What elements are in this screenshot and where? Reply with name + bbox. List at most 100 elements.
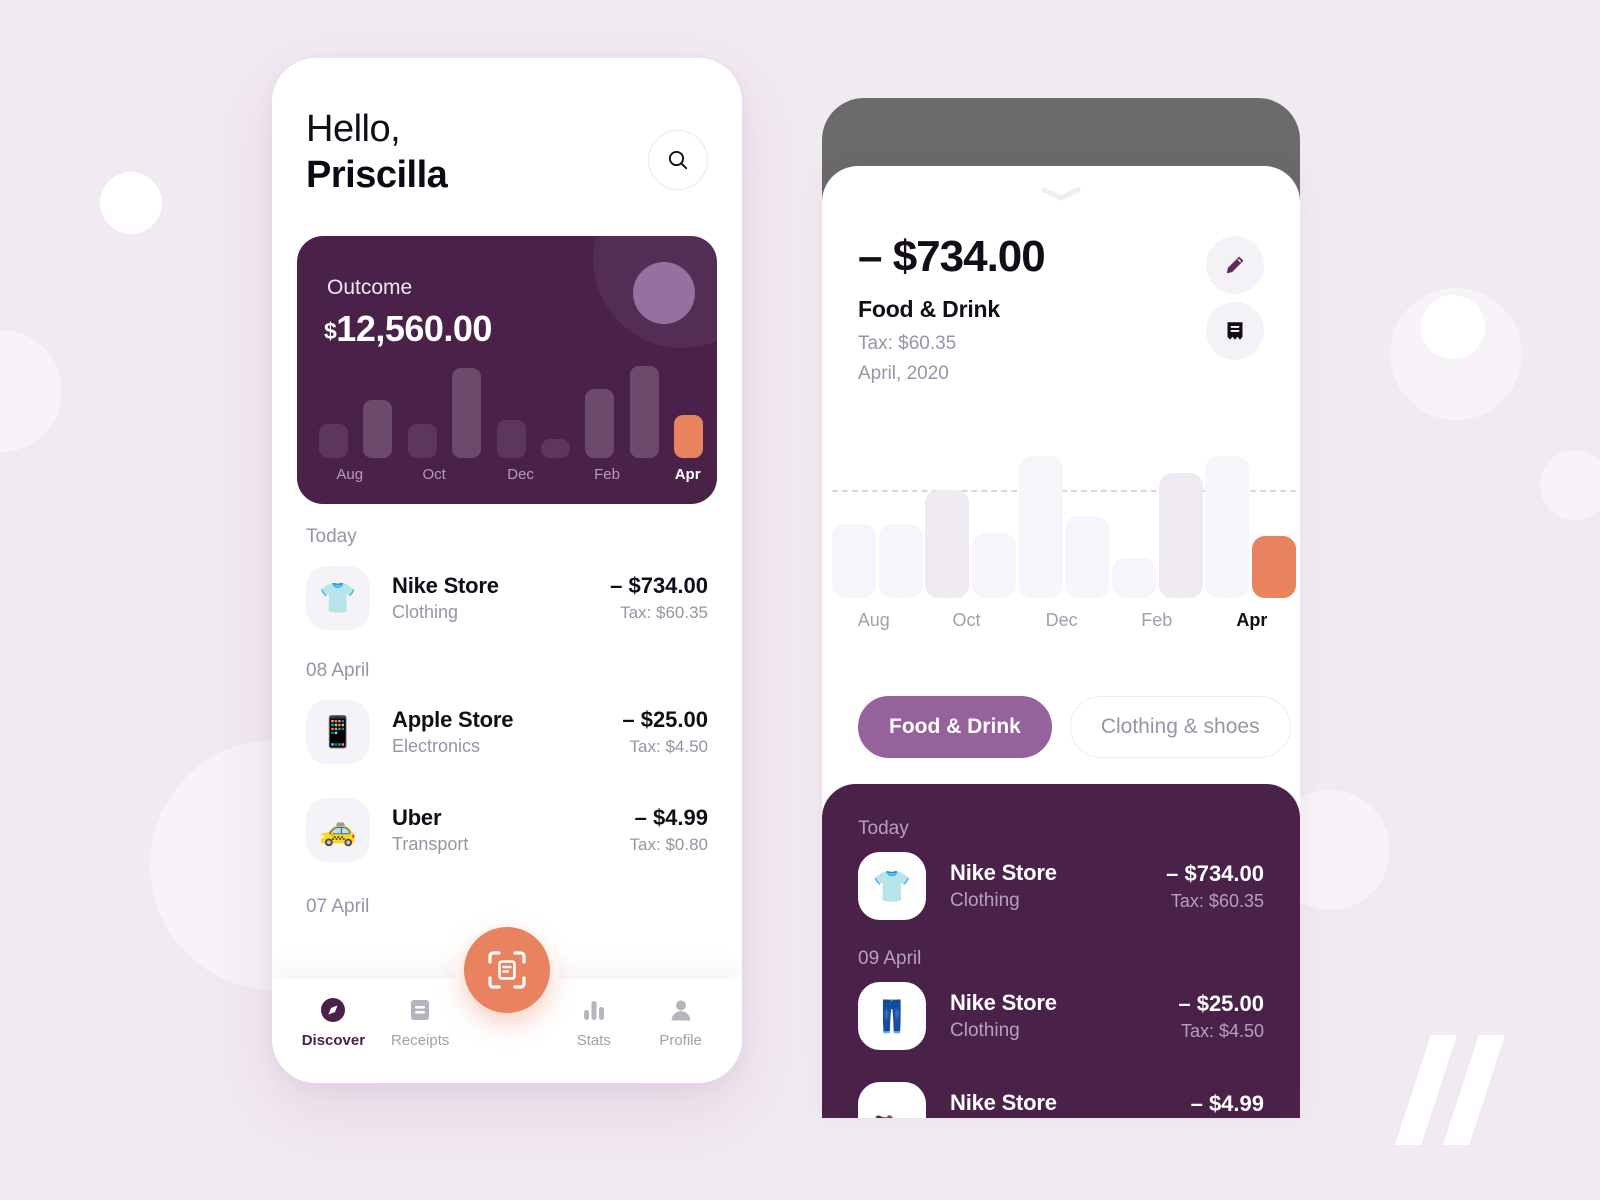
- jeans-icon: 👖: [858, 982, 926, 1050]
- transaction-values: – $4.99 Tax: $0.80: [630, 805, 708, 855]
- bar-apr-highlight[interactable]: [674, 415, 703, 458]
- detail-chart-bars: [832, 456, 1296, 598]
- transaction-info: Nike Store Clothing: [926, 860, 1166, 912]
- bar-aug[interactable]: [878, 524, 923, 598]
- sidebar-item-receipts[interactable]: Receipts: [381, 997, 459, 1049]
- transaction-tax: Tax: $4.50: [1180, 1020, 1264, 1041]
- detail-bottom-sheet: – $734.00 Food & Drink Tax: $60.35 April…: [822, 166, 1300, 1118]
- transaction-values: – $25.00 Tax: $4.50: [622, 707, 708, 757]
- mobile-phone-icon: 📱: [306, 700, 370, 764]
- bg-circle-right-large: [1390, 288, 1522, 420]
- transaction-merchant: Nike Store: [392, 573, 499, 598]
- table-row[interactable]: 📱 Apple Store Electronics – $25.00 Tax: …: [272, 688, 742, 776]
- sidebar-item-stats[interactable]: Stats: [555, 997, 633, 1049]
- outcome-amount: $12,560.00: [324, 308, 492, 350]
- slash-mark-2: [1443, 1035, 1505, 1145]
- transaction-merchant: Nike Store: [950, 1090, 1057, 1115]
- background-decoration: [0, 0, 1600, 1200]
- edit-button[interactable]: [1206, 236, 1264, 294]
- bar-nov[interactable]: [1018, 456, 1063, 598]
- transaction-date-group-today: Today: [306, 526, 357, 547]
- bar-feb[interactable]: [1158, 473, 1203, 598]
- transaction-values: – $25.00 Tax: $4.50: [1178, 991, 1264, 1042]
- bar-feb[interactable]: [629, 366, 659, 458]
- bar-oct[interactable]: [452, 368, 482, 458]
- detail-amount: – $734.00: [858, 232, 1046, 281]
- scan-receipt-button[interactable]: [464, 927, 550, 1013]
- outcome-currency: $: [324, 318, 337, 344]
- bg-circle-far-right: [1540, 450, 1600, 520]
- search-button[interactable]: [648, 130, 708, 190]
- bar-nov[interactable]: [496, 419, 526, 458]
- note-button[interactable]: [1206, 302, 1264, 360]
- transaction-amount: – $4.99: [634, 805, 708, 830]
- bar-mar[interactable]: [1205, 456, 1250, 598]
- chip-clothing-and-shoes[interactable]: Clothing & shoes: [1069, 696, 1291, 758]
- phone-detail-screen: – $734.00 Food & Drink Tax: $60.35 April…: [822, 98, 1300, 1118]
- bar-chart-icon: [583, 1001, 604, 1020]
- transaction-info: Nike Store Clothing: [926, 990, 1178, 1042]
- bar-jan[interactable]: [585, 388, 615, 458]
- outcome-card[interactable]: Outcome $12,560.00 Aug Oct Dec Feb Apr: [297, 236, 717, 504]
- bar-jan[interactable]: [1111, 558, 1156, 598]
- axis-label-apr: Apr: [1236, 610, 1268, 630]
- outcome-label: Outcome: [327, 276, 413, 299]
- sidebar-item-label: Receipts: [391, 1032, 450, 1049]
- tshirt-icon: 👕: [858, 852, 926, 920]
- scan-receipt-icon: [488, 951, 526, 989]
- transaction-info: Uber Transport: [370, 805, 630, 855]
- bar-jul[interactable]: [832, 524, 876, 598]
- shoe-icon: 👞: [858, 1082, 926, 1118]
- sidebar-item-profile[interactable]: Profile: [642, 997, 720, 1049]
- outcome-bar-chart: [319, 346, 703, 458]
- transaction-list: Today 👕 Nike Store Clothing – $734.00 Ta…: [272, 526, 742, 924]
- person-icon: [671, 1000, 690, 1021]
- bar-apr-highlight[interactable]: [1251, 535, 1296, 598]
- sidebar-item-label: Stats: [576, 1032, 611, 1049]
- receipt-lines-icon: [411, 1000, 430, 1020]
- transaction-merchant: Apple Store: [392, 707, 514, 732]
- transaction-tax: Tax: $60.35: [620, 603, 708, 622]
- table-row[interactable]: 👕 Nike Store Clothing – $734.00 Tax: $60…: [272, 554, 742, 642]
- transaction-info: Nike Store Shoes: [926, 1090, 1181, 1118]
- transaction-tax: Tax: $0.80: [629, 835, 708, 854]
- bar-sep[interactable]: [925, 490, 970, 598]
- table-row[interactable]: 👞 Nike Store Shoes – $4.99 Tax: $0.80: [822, 1070, 1300, 1118]
- axis-label-apr: Apr: [674, 466, 701, 483]
- sidebar-item-label: Discover: [301, 1032, 366, 1049]
- sidebar-item-label: Profile: [659, 1032, 702, 1049]
- transaction-category: Clothing: [950, 890, 1020, 911]
- transaction-category: Transport: [392, 834, 469, 854]
- transaction-tax: Tax: $4.50: [629, 737, 708, 756]
- table-row[interactable]: 🚕 Uber Transport – $4.99 Tax: $0.80: [272, 786, 742, 874]
- chevron-down-icon[interactable]: [1038, 186, 1084, 202]
- decorative-circle-small: [633, 262, 695, 324]
- sidebar-item-discover[interactable]: Discover: [294, 997, 372, 1049]
- bar-aug[interactable]: [363, 399, 393, 458]
- notepad-icon: [1227, 322, 1243, 340]
- bar-jul[interactable]: [319, 424, 348, 458]
- bar-dec[interactable]: [540, 438, 570, 458]
- bar-oct[interactable]: [971, 532, 1016, 598]
- axis-label-oct: Oct: [952, 610, 981, 630]
- transaction-amount: – $25.00: [622, 707, 708, 732]
- transaction-category: Electronics: [392, 736, 481, 756]
- chip-food-and-drink[interactable]: Food & Drink: [858, 696, 1052, 758]
- transaction-amount: – $734.00: [1166, 860, 1264, 886]
- axis-label-dec: Dec: [1045, 610, 1078, 630]
- transaction-date-group-today: Today: [858, 818, 909, 839]
- detail-transaction-card: Today 👕 Nike Store Clothing – $734.00 Ta…: [822, 784, 1300, 1118]
- table-row[interactable]: 👖 Nike Store Clothing – $25.00 Tax: $4.5…: [822, 970, 1300, 1062]
- axis-label-dec: Dec: [507, 466, 534, 483]
- table-row[interactable]: 👕 Nike Store Clothing – $734.00 Tax: $60…: [822, 840, 1300, 932]
- transaction-amount: – $4.99: [1190, 1090, 1264, 1116]
- bar-sep[interactable]: [407, 424, 437, 458]
- greeting-text: Hello, Priscilla: [306, 106, 448, 199]
- detail-period: April, 2020: [858, 363, 949, 384]
- transaction-category: Clothing: [950, 1020, 1020, 1041]
- bar-dec[interactable]: [1065, 515, 1110, 598]
- search-icon: [668, 150, 688, 170]
- transaction-merchant: Nike Store: [950, 990, 1057, 1015]
- transaction-values: – $4.99 Tax: $0.80: [1181, 1091, 1264, 1119]
- axis-label-aug: Aug: [336, 466, 364, 483]
